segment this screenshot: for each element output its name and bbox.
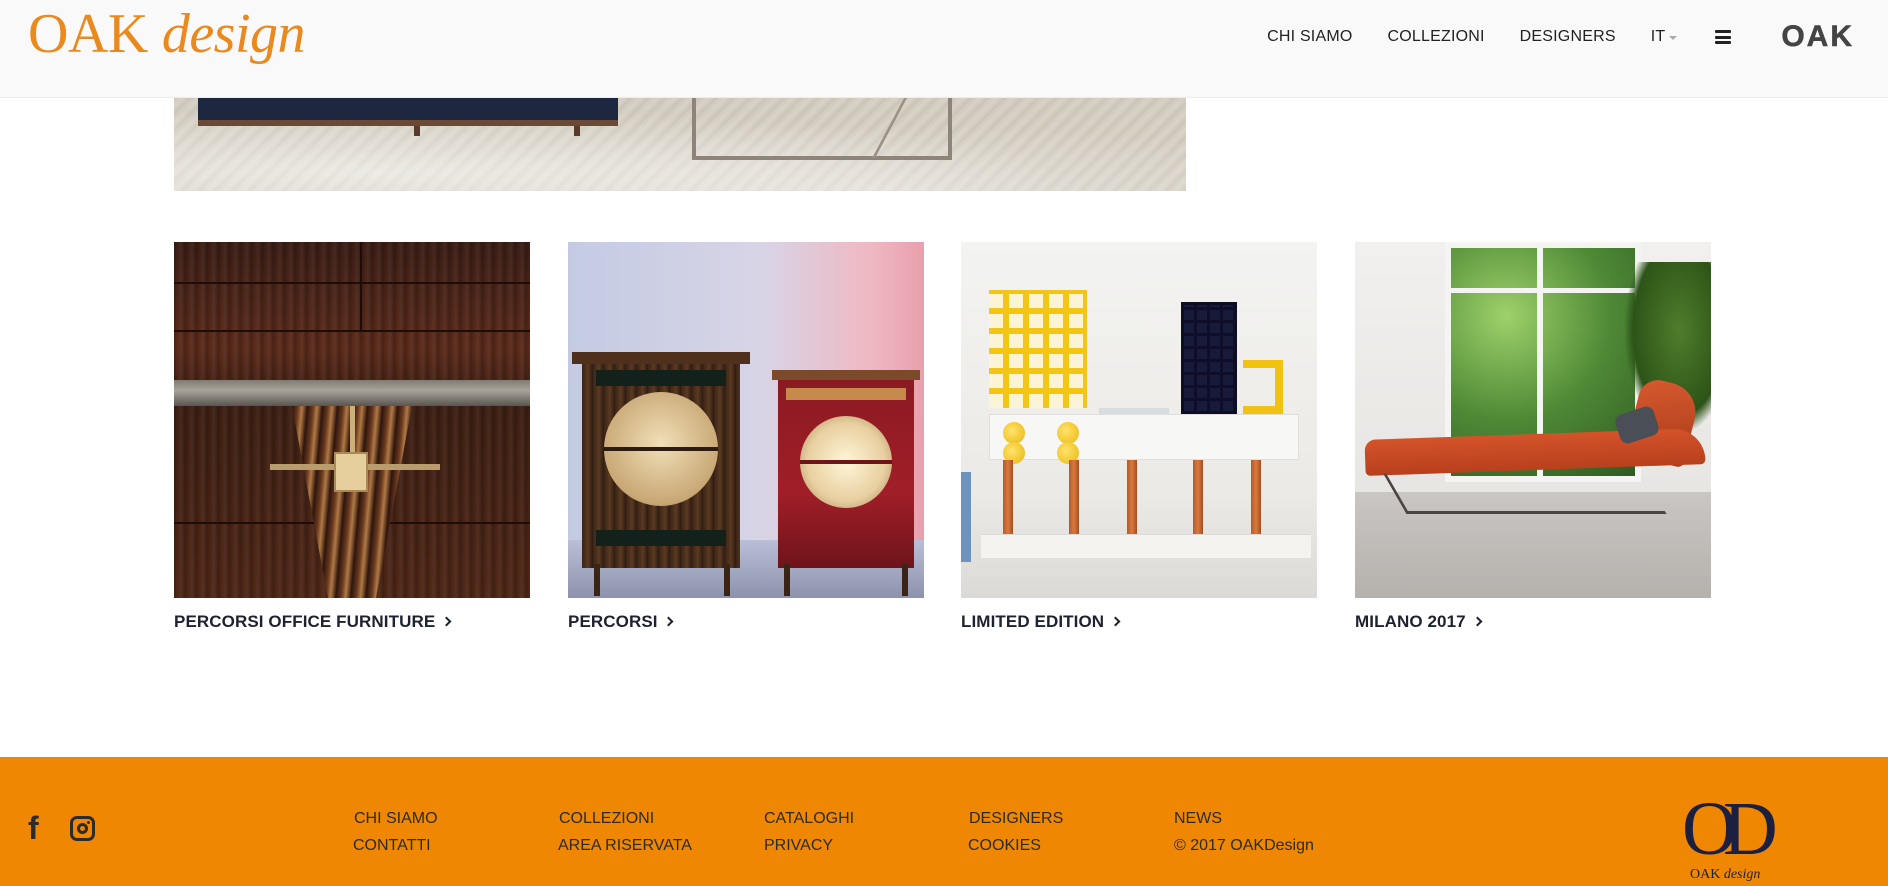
collection-title: PERCORSI OFFICE FURNITURE bbox=[174, 612, 436, 631]
footer-column: NEWS © 2017 OAKDesign bbox=[1174, 805, 1314, 859]
social-links: f bbox=[28, 812, 95, 844]
language-label: IT bbox=[1650, 28, 1666, 45]
od-logo-sub-design: design bbox=[1723, 867, 1761, 882]
collection-title: LIMITED EDITION bbox=[961, 612, 1105, 631]
collection-card[interactable]: LIMITED EDITION bbox=[961, 242, 1317, 632]
site-header: OAK design CHI SIAMO COLLEZIONI DESIGNERS… bbox=[0, 0, 1888, 98]
facebook-icon[interactable]: f bbox=[28, 812, 46, 844]
language-selector[interactable]: IT bbox=[1651, 28, 1678, 46]
main-nav: CHI SIAMO COLLEZIONI DESIGNERS IT OAK bbox=[1267, 0, 1888, 74]
footer-link-collezioni[interactable]: COLLEZIONI bbox=[559, 805, 692, 832]
footer-column: CHI SIAMO CONTATTI bbox=[353, 805, 438, 859]
collection-image-percorsi[interactable] bbox=[568, 242, 924, 598]
footer-link-designers[interactable]: DESIGNERS bbox=[969, 805, 1063, 832]
collection-link-milano-2017[interactable]: MILANO 2017 bbox=[1355, 612, 1711, 632]
hero-image bbox=[174, 98, 1186, 191]
collection-card[interactable]: MILANO 2017 bbox=[1355, 242, 1711, 632]
collection-image-limited-edition[interactable] bbox=[961, 242, 1317, 598]
collection-card[interactable]: PERCORSI OFFICE FURNITURE bbox=[174, 242, 530, 632]
footer-link-cataloghi[interactable]: CATALOGHI bbox=[764, 805, 854, 832]
brand-logo-word-oak: OAK bbox=[28, 3, 148, 65]
footer-link-privacy[interactable]: PRIVACY bbox=[764, 832, 854, 859]
footer-link-contatti[interactable]: CONTATTI bbox=[353, 832, 438, 859]
collection-link-percorsi-office[interactable]: PERCORSI OFFICE FURNITURE bbox=[174, 612, 530, 632]
collection-link-percorsi[interactable]: PERCORSI bbox=[568, 612, 924, 632]
instagram-icon[interactable] bbox=[70, 815, 95, 841]
collection-link-limited-edition[interactable]: LIMITED EDITION bbox=[961, 612, 1317, 632]
oak-logo[interactable]: OAK bbox=[1781, 20, 1854, 54]
footer-link-cookies[interactable]: COOKIES bbox=[968, 832, 1063, 859]
od-logo-mark: OD bbox=[1682, 787, 1778, 871]
site-footer: f CHI SIAMO CONTATTI COLLEZIONI AREA RIS… bbox=[0, 757, 1888, 886]
footer-link-chi-siamo[interactable]: CHI SIAMO bbox=[354, 805, 438, 832]
chevron-right-icon bbox=[1110, 616, 1121, 627]
brand-logo-word-design: design bbox=[161, 3, 306, 65]
hamburger-icon[interactable] bbox=[1715, 30, 1732, 44]
chevron-right-icon bbox=[1472, 616, 1482, 627]
collection-title: PERCORSI bbox=[568, 612, 658, 631]
caret-down-icon bbox=[1669, 35, 1678, 40]
chevron-right-icon bbox=[441, 616, 452, 627]
footer-link-area-riservata[interactable]: AREA RISERVATA bbox=[558, 832, 692, 859]
collection-card[interactable]: PERCORSI bbox=[568, 242, 924, 632]
collection-title: MILANO 2017 bbox=[1355, 612, 1466, 631]
chevron-right-icon bbox=[663, 616, 674, 627]
od-logo[interactable]: OD OAK design bbox=[1680, 789, 1778, 883]
brand-logo[interactable]: OAK design bbox=[28, 2, 306, 66]
od-logo-subtitle: OAK design bbox=[1690, 867, 1760, 883]
footer-column: DESIGNERS COOKIES bbox=[968, 805, 1063, 859]
footer-link-news[interactable]: NEWS bbox=[1174, 805, 1314, 832]
nav-item-chi-siamo[interactable]: CHI SIAMO bbox=[1267, 28, 1352, 46]
copyright-text: © 2017 OAKDesign bbox=[1174, 837, 1314, 854]
nav-item-designers[interactable]: DESIGNERS bbox=[1520, 28, 1616, 46]
od-logo-sub-oak: OAK bbox=[1690, 867, 1721, 882]
collection-image-milano-2017[interactable] bbox=[1355, 242, 1711, 598]
footer-column: CATALOGHI PRIVACY bbox=[764, 805, 854, 859]
collection-image-percorsi-office[interactable] bbox=[174, 242, 530, 598]
footer-column: COLLEZIONI AREA RISERVATA bbox=[558, 805, 692, 859]
nav-item-collezioni[interactable]: COLLEZIONI bbox=[1388, 28, 1485, 46]
